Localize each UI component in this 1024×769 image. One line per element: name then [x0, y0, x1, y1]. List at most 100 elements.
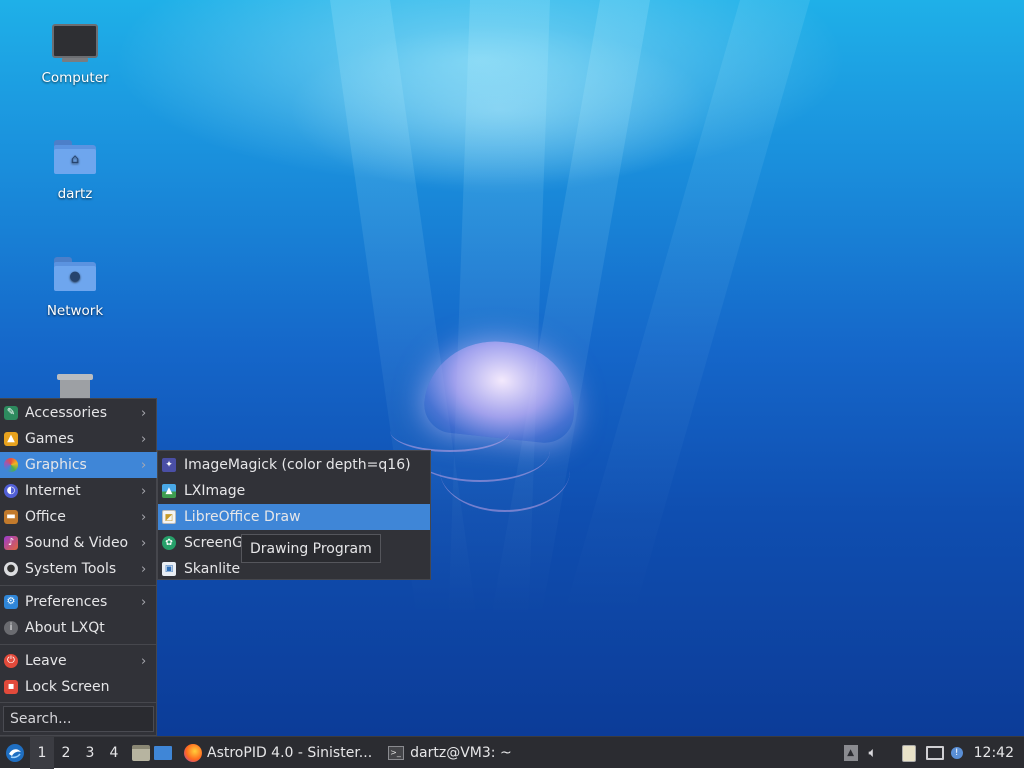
- menu-item-label: System Tools: [25, 561, 117, 577]
- menu-item-leave[interactable]: ⏻ Leave ›: [0, 648, 157, 674]
- system-tray: ▲ 🔈︎ ! 12:42: [840, 737, 1024, 769]
- desktop-icon-computer[interactable]: Computer: [20, 24, 130, 86]
- menu-item-label: Graphics: [25, 457, 87, 473]
- power-icon: ⏻: [4, 654, 18, 668]
- sound-video-icon: ♪: [4, 536, 18, 550]
- show-desktop-button[interactable]: [152, 737, 174, 769]
- submenu-item-label: LXImage: [184, 483, 246, 499]
- lxqt-logo-icon: [6, 743, 24, 762]
- menu-item-lock-screen[interactable]: ▪ Lock Screen: [0, 674, 157, 700]
- network-icon: [925, 746, 944, 760]
- accessories-icon: ✎: [4, 406, 18, 420]
- file-manager-launcher[interactable]: [130, 737, 152, 769]
- lock-icon: ▪: [4, 680, 18, 694]
- chevron-right-icon: ›: [141, 483, 147, 499]
- submenu-item-imagemagick[interactable]: ✦ ImageMagick (color depth=q16): [158, 452, 430, 478]
- menu-item-internet[interactable]: ◐ Internet ›: [0, 478, 157, 504]
- desktop-switch-4[interactable]: 4: [102, 737, 126, 769]
- chevron-right-icon: ›: [141, 509, 147, 525]
- chevron-right-icon: ›: [141, 653, 147, 669]
- menu-item-games[interactable]: ▲ Games ›: [0, 426, 157, 452]
- menu-item-label: Leave: [25, 653, 67, 669]
- chevron-right-icon: ›: [141, 594, 147, 610]
- menu-item-label: About LXQt: [25, 620, 105, 636]
- menu-item-about-lxqt[interactable]: i About LXQt: [0, 615, 157, 641]
- desktop-switch-2[interactable]: 2: [54, 737, 78, 769]
- imagemagick-icon: ✦: [162, 458, 176, 472]
- task-firefox[interactable]: AstroPID 4.0 - Sinister...: [178, 737, 378, 769]
- start-menu-button[interactable]: [0, 737, 30, 769]
- menu-item-graphics[interactable]: Graphics ›: [0, 452, 157, 478]
- show-desktop-icon: [154, 745, 172, 760]
- menu-item-label: Preferences: [25, 594, 108, 610]
- menu-item-label: Internet: [25, 483, 81, 499]
- desktop-switch-1[interactable]: 1: [30, 736, 54, 769]
- volume-icon: 🔈︎: [868, 745, 877, 761]
- task-terminal[interactable]: >_ dartz@VM3: ~: [382, 737, 518, 769]
- menu-item-system-tools[interactable]: ● System Tools ›: [0, 556, 157, 582]
- menu-item-label: Lock Screen: [25, 679, 110, 695]
- menu-item-label: Games: [25, 431, 74, 447]
- search-placeholder: Search...: [10, 711, 72, 727]
- menu-item-preferences[interactable]: ⚙ Preferences ›: [0, 589, 157, 615]
- application-menu: ✎ Accessories › ▲ Games › Graphics › ◐ I…: [0, 398, 157, 736]
- network-button[interactable]: [924, 737, 946, 769]
- menu-item-accessories[interactable]: ✎ Accessories ›: [0, 400, 157, 426]
- taskbar: 1 2 3 4 AstroPID 4.0 - Sinister... >_ da…: [0, 736, 1024, 769]
- network-folder-icon: ●: [54, 257, 96, 291]
- task-label: dartz@VM3: ~: [410, 744, 512, 761]
- volume-button[interactable]: 🔈︎: [862, 737, 884, 769]
- menu-separator: [0, 644, 157, 645]
- menu-item-office[interactable]: ▬ Office ›: [0, 504, 157, 530]
- desktop-icon-label: dartz: [57, 186, 93, 202]
- chevron-right-icon: ›: [141, 405, 147, 421]
- desktop-icon-home[interactable]: ⌂ dartz: [20, 140, 130, 202]
- menu-item-label: Accessories: [25, 405, 108, 421]
- desktop-icon-trash[interactable]: [20, 374, 130, 400]
- file-manager-icon: [132, 744, 150, 761]
- office-icon: ▬: [4, 510, 18, 524]
- tooltip: Drawing Program: [241, 534, 381, 563]
- clipboard-icon: [901, 744, 916, 762]
- submenu-item-label: ImageMagick (color depth=q16): [184, 457, 411, 473]
- games-icon: ▲: [4, 432, 18, 446]
- terminal-icon: >_: [388, 745, 405, 760]
- menu-item-label: Sound & Video: [25, 535, 129, 551]
- skanlite-icon: ▣: [162, 562, 176, 576]
- clipboard-button[interactable]: [898, 737, 920, 769]
- system-tools-icon: ●: [4, 562, 18, 576]
- preferences-icon: ⚙: [4, 595, 18, 609]
- submenu-item-label: ScreenG: [184, 535, 243, 551]
- graphics-icon: [4, 458, 18, 472]
- clock[interactable]: 12:42: [968, 745, 1024, 761]
- submenu-item-libreoffice-draw[interactable]: ◩ LibreOffice Draw: [158, 504, 430, 530]
- desktop-icon-network[interactable]: ● Network: [20, 257, 130, 319]
- firefox-icon: [184, 743, 202, 762]
- submenu-item-label: Skanlite: [184, 561, 241, 577]
- search-input[interactable]: Search...: [3, 706, 154, 732]
- menu-item-label: Office: [25, 509, 66, 525]
- desktop-icon-label: Network: [46, 303, 104, 319]
- update-notifier-button[interactable]: !: [946, 737, 968, 769]
- submenu-item-lximage[interactable]: ▲ LXImage: [158, 478, 430, 504]
- screengrab-icon: ✿: [162, 536, 176, 550]
- menu-separator: [0, 585, 157, 586]
- computer-icon: [52, 24, 98, 62]
- chevron-right-icon: ›: [141, 561, 147, 577]
- desktop-switch-3[interactable]: 3: [78, 737, 102, 769]
- chevron-right-icon: ›: [141, 457, 147, 473]
- submenu-item-label: LibreOffice Draw: [184, 509, 301, 525]
- menu-separator: [0, 702, 157, 703]
- desktop-icon-label: Computer: [41, 70, 109, 86]
- internet-icon: ◐: [4, 484, 18, 498]
- home-folder-icon: ⌂: [54, 140, 96, 174]
- chevron-right-icon: ›: [141, 431, 147, 447]
- tooltip-text: Drawing Program: [250, 540, 372, 557]
- task-label: AstroPID 4.0 - Sinister...: [207, 744, 373, 761]
- tray-expand-button[interactable]: ▲: [840, 737, 862, 769]
- menu-item-sound-video[interactable]: ♪ Sound & Video ›: [0, 530, 157, 556]
- tray-arrow-icon: ▲: [843, 745, 858, 761]
- chevron-right-icon: ›: [141, 535, 147, 551]
- info-icon: i: [4, 621, 18, 635]
- lximage-icon: ▲: [162, 484, 176, 498]
